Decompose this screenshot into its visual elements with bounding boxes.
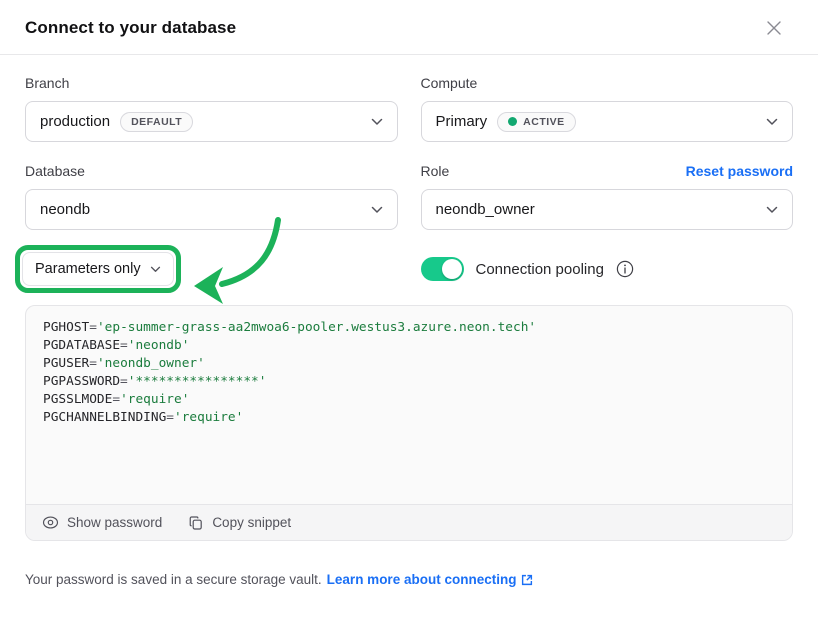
page-title: Connect to your database — [25, 18, 236, 38]
snippet-type-cell: Parameters only — [25, 245, 398, 293]
branch-field: Branch production DEFAULT — [25, 75, 398, 142]
eye-icon — [42, 514, 59, 531]
chevron-down-icon — [766, 118, 778, 126]
chevron-down-icon — [371, 206, 383, 214]
connection-snippet-box: PGHOST='ep-summer-grass-aa2mwoa6-pooler.… — [25, 305, 793, 541]
connection-pooling-label: Connection pooling — [476, 261, 604, 278]
role-select[interactable]: neondb_owner — [421, 189, 794, 230]
role-value: neondb_owner — [436, 201, 535, 218]
branch-default-badge: DEFAULT — [120, 112, 193, 132]
connection-pooling-toggle[interactable] — [421, 257, 464, 281]
show-password-button[interactable]: Show password — [42, 514, 162, 531]
dialog-header: Connect to your database — [0, 0, 818, 55]
external-link-icon — [520, 573, 534, 587]
compute-field: Compute Primary ACTIVE — [421, 75, 794, 142]
compute-value: Primary — [436, 113, 488, 130]
code-line: PGPASSWORD='****************' — [43, 373, 775, 391]
code-line: PGDATABASE='neondb' — [43, 337, 775, 355]
footer-text: Your password is saved in a secure stora… — [25, 572, 322, 587]
role-field: Role Reset password neondb_owner — [421, 163, 794, 230]
annotation-highlight-box: Parameters only — [15, 245, 181, 293]
chevron-down-icon — [371, 118, 383, 126]
reset-password-link[interactable]: Reset password — [686, 163, 793, 179]
footer-note: Your password is saved in a secure stora… — [0, 572, 818, 587]
close-icon[interactable] — [763, 17, 785, 39]
snippet-type-select[interactable]: Parameters only — [22, 252, 174, 286]
compute-label: Compute — [421, 75, 794, 91]
code-line: PGCHANNELBINDING='require' — [43, 409, 775, 427]
branch-label: Branch — [25, 75, 398, 91]
connection-pooling-row: Connection pooling — [421, 257, 794, 281]
compute-select[interactable]: Primary ACTIVE — [421, 101, 794, 142]
role-label: Role — [421, 163, 450, 179]
database-label: Database — [25, 163, 398, 179]
chevron-down-icon — [766, 206, 778, 214]
branch-value: production — [40, 113, 110, 130]
snippet-toolbar: Show password Copy snippet — [26, 504, 792, 540]
code-line: PGUSER='neondb_owner' — [43, 355, 775, 373]
database-value: neondb — [40, 201, 90, 218]
info-icon[interactable] — [616, 260, 634, 278]
dialog-body: Branch production DEFAULT Compute Primar… — [0, 55, 818, 541]
code-line: PGSSLMODE='require' — [43, 391, 775, 409]
snippet-type-value: Parameters only — [35, 261, 141, 277]
compute-active-badge: ACTIVE — [497, 112, 576, 132]
code-lines[interactable]: PGHOST='ep-summer-grass-aa2mwoa6-pooler.… — [26, 306, 792, 504]
learn-more-link[interactable]: Learn more about connecting — [327, 572, 535, 587]
copy-snippet-button[interactable]: Copy snippet — [188, 515, 291, 531]
database-field: Database neondb — [25, 163, 398, 230]
copy-icon — [188, 515, 204, 531]
code-line: PGHOST='ep-summer-grass-aa2mwoa6-pooler.… — [43, 319, 775, 337]
active-status-dot — [508, 117, 517, 126]
branch-select[interactable]: production DEFAULT — [25, 101, 398, 142]
database-select[interactable]: neondb — [25, 189, 398, 230]
chevron-down-icon — [150, 266, 161, 273]
